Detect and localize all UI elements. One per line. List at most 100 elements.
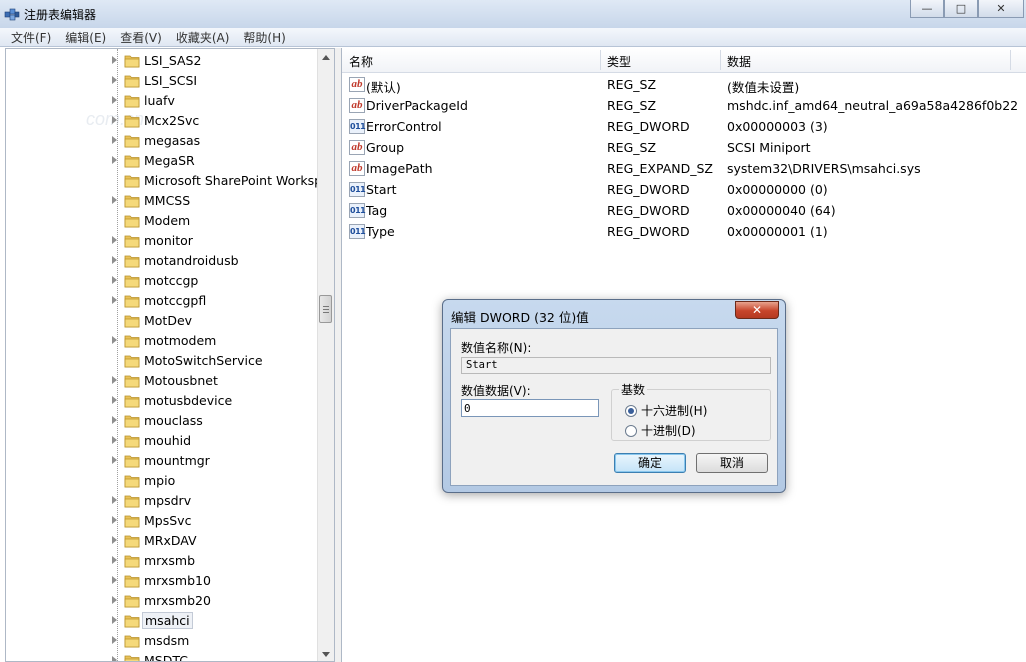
radio-decimal-indicator[interactable] <box>625 424 637 437</box>
expand-arrow-icon[interactable] <box>112 276 117 284</box>
radio-hex-indicator[interactable] <box>625 404 637 417</box>
expand-arrow-icon[interactable] <box>112 96 117 104</box>
tree-item[interactable]: LSI_SCSI <box>6 71 322 91</box>
tree-item[interactable]: MotDev <box>6 311 322 331</box>
value-row[interactable]: ab Group REG_SZ SCSI Miniport <box>342 137 1026 158</box>
value-data-input[interactable] <box>461 399 599 417</box>
tree-item[interactable]: Mcx2Svc <box>6 111 322 131</box>
value-row[interactable]: 011 Start REG_DWORD 0x00000000 (0) <box>342 179 1026 200</box>
expand-arrow-icon[interactable] <box>112 396 117 404</box>
expand-arrow-icon[interactable] <box>112 516 117 524</box>
radio-decimal[interactable]: 十进制(D) <box>625 422 696 439</box>
tree-item[interactable]: mpio <box>6 471 322 491</box>
tree-item[interactable]: Modem <box>6 211 322 231</box>
tree-item[interactable]: monitor <box>6 231 322 251</box>
tree-item[interactable]: motmodem <box>6 331 322 351</box>
binary-value-icon: 011 <box>349 119 366 134</box>
expand-arrow-icon[interactable] <box>112 256 117 264</box>
value-row[interactable]: 011 Type REG_DWORD 0x00000001 (1) <box>342 221 1026 242</box>
dialog-close-button[interactable]: ✕ <box>735 301 779 319</box>
tree-scrollbar[interactable] <box>317 49 334 661</box>
tree-item[interactable]: motccgp <box>6 271 322 291</box>
column-separator[interactable] <box>600 50 601 70</box>
scroll-up-icon[interactable] <box>322 55 330 60</box>
ok-button[interactable]: 确定 <box>614 453 686 473</box>
expand-arrow-icon[interactable] <box>112 456 117 464</box>
menu-help[interactable]: 帮助(H) <box>236 29 292 46</box>
tree-item[interactable]: MSDTC <box>6 651 322 661</box>
expand-arrow-icon[interactable] <box>112 496 117 504</box>
tree-item[interactable]: mouclass <box>6 411 322 431</box>
tree-item[interactable]: MMCSS <box>6 191 322 211</box>
expand-arrow-icon[interactable] <box>112 416 117 424</box>
menu-file[interactable]: 文件(F) <box>4 29 58 46</box>
expand-arrow-icon[interactable] <box>112 136 117 144</box>
tree-item[interactable]: mountmgr <box>6 451 322 471</box>
tree-item[interactable]: mrxsmb20 <box>6 591 322 611</box>
cancel-button[interactable]: 取消 <box>696 453 768 473</box>
expand-arrow-icon[interactable] <box>112 576 117 584</box>
menu-view[interactable]: 查看(V) <box>113 29 169 46</box>
tree-item[interactable]: mrxsmb <box>6 551 322 571</box>
column-data[interactable]: 数据 <box>727 53 751 70</box>
menu-favorites[interactable]: 收藏夹(A) <box>169 29 237 46</box>
tree-item[interactable]: motusbdevice <box>6 391 322 411</box>
tree-item[interactable]: mouhid <box>6 431 322 451</box>
tree-item[interactable]: luafv <box>6 91 322 111</box>
value-type: REG_DWORD <box>607 203 690 218</box>
tree-item[interactable]: Microsoft SharePoint Workspa <box>6 171 330 191</box>
close-window-button[interactable]: ✕ <box>978 0 1024 18</box>
tree-item[interactable]: MpsSvc <box>6 511 322 531</box>
expand-arrow-icon[interactable] <box>112 436 117 444</box>
expand-arrow-icon[interactable] <box>112 296 117 304</box>
tree-item-label: monitor <box>144 233 193 248</box>
expand-arrow-icon[interactable] <box>112 596 117 604</box>
tree-item[interactable]: megasas <box>6 131 322 151</box>
minimize-button[interactable]: — <box>910 0 944 18</box>
value-row[interactable]: ab ImagePath REG_EXPAND_SZ system32\DRIVERS… <box>342 158 1026 179</box>
expand-arrow-icon[interactable] <box>112 556 117 564</box>
tree-item[interactable]: LSI_SAS2 <box>6 51 322 71</box>
expand-arrow-icon[interactable] <box>112 156 117 164</box>
tree-item[interactable]: msdsm <box>6 631 322 651</box>
tree-item[interactable]: MotoSwitchService <box>6 351 322 371</box>
tree-item[interactable]: MRxDAV <box>6 531 322 551</box>
column-name[interactable]: 名称 <box>349 53 373 70</box>
expand-arrow-icon[interactable] <box>112 56 117 64</box>
scroll-thumb[interactable] <box>319 295 332 323</box>
tree-item[interactable]: MegaSR <box>6 151 322 171</box>
folder-icon <box>124 515 140 528</box>
registry-tree[interactable]: com.cn LSI_SAS2 LSI_SCSI luafv Mcx2Svc megas… <box>5 48 335 662</box>
radio-hex[interactable]: 十六进制(H) <box>625 402 707 419</box>
expand-arrow-icon[interactable] <box>112 616 117 624</box>
column-separator[interactable] <box>720 50 721 70</box>
column-separator[interactable] <box>1010 50 1011 70</box>
tree-item-label: MegaSR <box>144 153 195 168</box>
tree-item[interactable]: motccgpfl <box>6 291 322 311</box>
value-row[interactable]: 011 ErrorControl REG_DWORD 0x00000003 (3) <box>342 116 1026 137</box>
tree-item[interactable]: mpsdrv <box>6 491 322 511</box>
value-row[interactable]: 011 Tag REG_DWORD 0x00000040 (64) <box>342 200 1026 221</box>
expand-arrow-icon[interactable] <box>112 116 117 124</box>
scroll-down-icon[interactable] <box>322 652 330 657</box>
expand-arrow-icon[interactable] <box>112 636 117 644</box>
expand-arrow-icon[interactable] <box>112 336 117 344</box>
expand-arrow-icon[interactable] <box>112 236 117 244</box>
menu-edit[interactable]: 编辑(E) <box>58 29 113 46</box>
maximize-button[interactable]: □ <box>944 0 978 18</box>
value-row[interactable]: ab DriverPackageId REG_SZ mshdc.inf_amd64_n… <box>342 95 1026 116</box>
expand-arrow-icon[interactable] <box>112 196 117 204</box>
expand-arrow-icon[interactable] <box>112 76 117 84</box>
expand-arrow-icon[interactable] <box>112 536 117 544</box>
tree-item[interactable]: mrxsmb10 <box>6 571 322 591</box>
column-type[interactable]: 类型 <box>607 53 631 70</box>
tree-item[interactable]: Motousbnet <box>6 371 322 391</box>
folder-icon <box>124 395 140 408</box>
tree-item[interactable]: motandroidusb <box>6 251 322 271</box>
expand-arrow-icon[interactable] <box>112 656 117 661</box>
folder-icon <box>124 255 140 268</box>
expand-arrow-icon[interactable] <box>112 376 117 384</box>
value-row[interactable]: ab (默认) REG_SZ (数值未设置) <box>342 74 1026 95</box>
tree-item[interactable]: msahci <box>6 611 322 631</box>
folder-icon <box>124 295 140 308</box>
